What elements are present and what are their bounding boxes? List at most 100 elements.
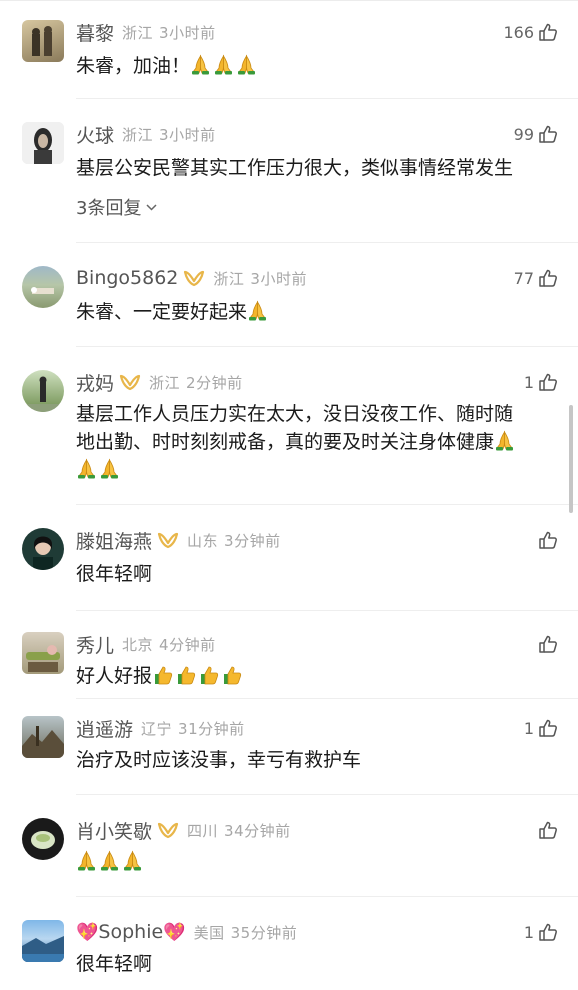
username[interactable]: 戎妈 [76, 369, 114, 396]
username[interactable]: Bingo5862 [76, 267, 178, 289]
comment-item: 戎妈 浙江 2分钟前 1 基层工作人员压力实在太大，没日没夜工作、随时随 地出勤… [0, 366, 578, 486]
thumbs-up-icon [539, 719, 557, 737]
like-count: 99 [513, 124, 534, 144]
timestamp: 3小时前 [250, 269, 307, 288]
vip-badge-icon [184, 270, 205, 287]
comment-text: 基层工作人员压力实在太大，没日没夜工作、随时随 地出勤、时时刻刻戒备，真的要及时… [76, 400, 558, 484]
avatar[interactable] [22, 122, 64, 164]
like-button[interactable]: 99 [514, 118, 558, 150]
thumbs-up-icon [539, 635, 557, 653]
region-label: 浙江 [122, 125, 154, 144]
thumbs-up-icon [539, 125, 557, 143]
like-button[interactable]: 1 [524, 366, 558, 398]
divider [76, 504, 578, 505]
comment-item: 暮黎 浙江 3小时前 166 朱睿，加油！ [0, 16, 578, 100]
comment-header: 暮黎 浙江 3小时前 [76, 16, 216, 48]
thumbs-up-icon [539, 373, 557, 391]
comment-header: 💖 Sophie 💖 美国 35分钟前 [76, 916, 297, 948]
thumbs-up-emoji-icon [177, 666, 196, 685]
like-count: 1 [523, 922, 534, 942]
thumbs-up-icon [539, 23, 557, 41]
pray-emoji-icon [191, 55, 210, 75]
username[interactable]: 逍遥游 [76, 715, 133, 742]
divider [76, 98, 578, 99]
avatar[interactable] [22, 370, 64, 412]
timestamp: 2分钟前 [186, 373, 243, 392]
username[interactable]: 火球 [76, 121, 114, 148]
pray-emoji-icon [214, 55, 233, 75]
avatar[interactable] [22, 528, 64, 570]
comment-text: 好人好报 [76, 662, 556, 690]
avatar[interactable] [22, 920, 64, 962]
pray-emoji-icon [495, 431, 514, 451]
like-count: 77 [513, 268, 534, 288]
avatar[interactable] [22, 20, 64, 62]
comment-item: 肖小笑歇 四川 34分钟前 [0, 814, 578, 898]
pray-emoji-icon [123, 851, 142, 871]
avatar[interactable] [22, 818, 64, 860]
thumbs-up-emoji-icon [200, 666, 219, 685]
region-label: 浙江 [149, 373, 181, 392]
like-count: 1 [523, 718, 534, 738]
region-label: 四川 [187, 821, 219, 840]
avatar[interactable] [22, 716, 64, 758]
pray-emoji-icon [248, 301, 267, 321]
comment-item: 逍遥游 辽宁 31分钟前 1 治疗及时应该没事，幸亏有救护车 [0, 712, 578, 796]
timestamp: 31分钟前 [178, 719, 245, 738]
timestamp: 3小时前 [159, 23, 216, 42]
view-replies-button[interactable]: 3条回复 [76, 194, 158, 220]
region-label: 美国 [193, 923, 225, 942]
thumbs-up-emoji-icon [154, 666, 173, 685]
divider [76, 610, 578, 611]
vip-badge-icon [119, 374, 141, 391]
username[interactable]: 肖小笑歇 [76, 817, 152, 844]
comment-header: Bingo5862 浙江 3小时前 [76, 262, 307, 294]
comment-text [76, 848, 556, 876]
region-label: 浙江 [122, 23, 154, 42]
timestamp: 3小时前 [159, 125, 216, 144]
username[interactable]: Sophie [98, 921, 163, 943]
region-label: 山东 [187, 531, 219, 550]
comment-header: 肖小笑歇 四川 34分钟前 [76, 814, 291, 846]
like-button[interactable] [534, 628, 558, 660]
comment-item: 火球 浙江 3小时前 99 基层公安民警其实工作压力很大，类似事情经常发生 3条… [0, 118, 578, 238]
thumbs-up-icon [539, 923, 557, 941]
comment-text: 很年轻啊 [76, 953, 153, 975]
comment-header: 秀儿 北京 4分钟前 [76, 628, 216, 660]
timestamp: 35分钟前 [230, 923, 298, 942]
username[interactable]: 滕姐海燕 [76, 527, 152, 554]
divider [76, 346, 578, 347]
like-button[interactable]: 77 [514, 262, 558, 294]
region-label: 北京 [122, 635, 154, 654]
pray-emoji-icon [77, 459, 96, 479]
comment-text: 治疗及时应该没事，幸亏有救护车 [76, 749, 362, 771]
scrollbar[interactable] [569, 405, 573, 513]
comment-item: Bingo5862 浙江 3小时前 77 朱睿、一定要好起来 [0, 262, 578, 346]
like-button[interactable]: 166 [503, 16, 558, 48]
divider [76, 698, 578, 699]
heart-emoji-icon: 💖 [76, 921, 99, 943]
comment-text: 很年轻啊 [76, 563, 153, 585]
like-button[interactable] [534, 814, 558, 846]
comment-header: 逍遥游 辽宁 31分钟前 [76, 712, 245, 744]
username[interactable]: 秀儿 [76, 631, 114, 658]
like-count: 166 [503, 22, 534, 42]
username[interactable]: 暮黎 [76, 19, 114, 46]
like-button[interactable] [534, 524, 558, 556]
top-divider [0, 0, 578, 1]
thumbs-up-emoji-icon [223, 666, 242, 685]
like-button[interactable]: 1 [524, 712, 558, 744]
pray-emoji-icon [237, 55, 256, 75]
thumbs-up-icon [539, 821, 557, 839]
like-button[interactable]: 1 [524, 916, 558, 948]
timestamp: 3分钟前 [224, 531, 281, 550]
pray-emoji-icon [100, 459, 119, 479]
avatar[interactable] [22, 266, 64, 308]
heart-emoji-icon: 💖 [163, 921, 186, 943]
pray-emoji-icon [77, 851, 96, 871]
avatar[interactable] [22, 632, 64, 674]
thumbs-up-icon [539, 269, 557, 287]
comment-header: 火球 浙江 3小时前 [76, 118, 216, 150]
comment-text: 朱睿、一定要好起来 [76, 298, 556, 326]
divider [76, 896, 578, 897]
